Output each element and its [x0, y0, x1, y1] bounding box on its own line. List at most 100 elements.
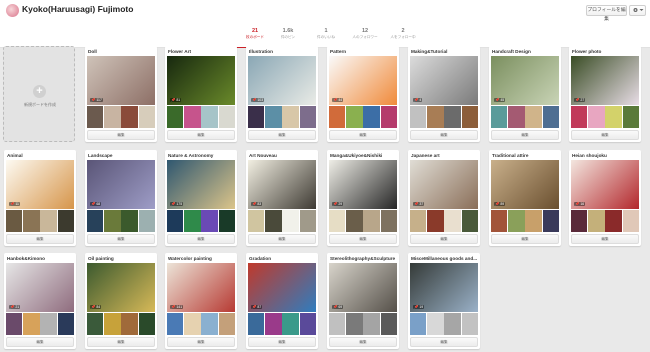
- board-thumbnail[interactable]: [6, 313, 23, 335]
- board-thumbnail[interactable]: [201, 313, 218, 335]
- board-thumbnail[interactable]: [104, 313, 121, 335]
- board-title[interactable]: Gradation: [249, 256, 315, 261]
- board-thumbnail[interactable]: [588, 106, 605, 128]
- board-cover-image[interactable]: 📌 84: [87, 263, 155, 312]
- edit-board-button[interactable]: 編集: [6, 234, 74, 244]
- board-cover-image[interactable]: 📌 4: [410, 56, 478, 105]
- edit-board-button[interactable]: 編集: [329, 337, 397, 347]
- board-thumbnail[interactable]: [427, 313, 444, 335]
- board-thumbnail[interactable]: [571, 106, 588, 128]
- board-title[interactable]: Illustration: [249, 49, 315, 54]
- board-title[interactable]: Pattern: [330, 49, 396, 54]
- board-title[interactable]: Traditional attire: [492, 153, 558, 158]
- board-thumbnail[interactable]: [248, 210, 265, 232]
- board-thumbnail[interactable]: [218, 210, 235, 232]
- board-cover-image[interactable]: 📌 21: [6, 263, 74, 312]
- board-title[interactable]: Animal: [7, 153, 73, 158]
- board-thumbnail[interactable]: [491, 106, 508, 128]
- board-thumbnail[interactable]: [121, 106, 138, 128]
- board-thumbnail[interactable]: [346, 210, 363, 232]
- board-thumbnail[interactable]: [380, 313, 397, 335]
- edit-board-button[interactable]: 編集: [87, 337, 155, 347]
- edit-board-button[interactable]: 編集: [410, 234, 478, 244]
- settings-button[interactable]: [629, 5, 646, 16]
- board-thumbnail[interactable]: [167, 210, 184, 232]
- board-cover-image[interactable]: 📌 69: [329, 263, 397, 312]
- board-card[interactable]: Making&Tutorial 📌 4 編集: [408, 46, 480, 142]
- board-thumbnail[interactable]: [380, 106, 397, 128]
- edit-board-button[interactable]: 編集: [491, 130, 559, 140]
- board-card[interactable]: Heian shoujoku 📌 16 編集: [569, 150, 641, 246]
- board-thumbnail[interactable]: [138, 106, 155, 128]
- board-thumbnail[interactable]: [265, 313, 282, 335]
- board-thumbnail[interactable]: [346, 106, 363, 128]
- board-title[interactable]: Landscape: [88, 153, 154, 158]
- board-card[interactable]: Pattern 📌 44 編集: [327, 46, 399, 142]
- board-thumbnail[interactable]: [282, 106, 299, 128]
- board-title[interactable]: Manga&Ukiyoe&Nishiki: [330, 153, 396, 158]
- board-cover-image[interactable]: 📌 175: [167, 160, 235, 209]
- board-cover-image[interactable]: 📌 87: [248, 263, 316, 312]
- board-cover-image[interactable]: 📌 44: [329, 56, 397, 105]
- board-thumbnail[interactable]: [104, 210, 121, 232]
- board-title[interactable]: Doll: [88, 49, 154, 54]
- board-thumbnail[interactable]: [427, 210, 444, 232]
- avatar[interactable]: [6, 4, 19, 17]
- edit-board-button[interactable]: 編集: [410, 337, 478, 347]
- board-thumbnail[interactable]: [6, 210, 23, 232]
- board-cover-image[interactable]: 📌 29: [329, 160, 397, 209]
- board-thumbnail[interactable]: [525, 106, 542, 128]
- create-board-button[interactable]: + 新規ボードを作成: [3, 46, 75, 142]
- board-thumbnail[interactable]: [622, 106, 639, 128]
- board-title[interactable]: Flower photo: [572, 49, 638, 54]
- board-thumbnail[interactable]: [248, 313, 265, 335]
- board-title[interactable]: Flower Art: [168, 49, 234, 54]
- board-thumbnail[interactable]: [444, 106, 461, 128]
- board-thumbnail[interactable]: [184, 106, 201, 128]
- board-thumbnail[interactable]: [104, 106, 121, 128]
- edit-board-button[interactable]: 編集: [248, 337, 316, 347]
- board-thumbnail[interactable]: [138, 313, 155, 335]
- edit-board-button[interactable]: 編集: [87, 130, 155, 140]
- board-thumbnail[interactable]: [346, 313, 363, 335]
- board-thumbnail[interactable]: [525, 210, 542, 232]
- edit-board-button[interactable]: 編集: [329, 130, 397, 140]
- edit-board-button[interactable]: 編集: [167, 130, 235, 140]
- board-card[interactable]: Japanese art 📌 37 編集: [408, 150, 480, 246]
- board-thumbnail[interactable]: [121, 313, 138, 335]
- board-cover-image[interactable]: 📌 117: [87, 56, 155, 105]
- board-thumbnail[interactable]: [299, 210, 316, 232]
- board-card[interactable]: Handcraft Design 📌 45 編集: [489, 46, 561, 142]
- board-thumbnail[interactable]: [588, 210, 605, 232]
- board-thumbnail[interactable]: [363, 210, 380, 232]
- board-thumbnail[interactable]: [444, 313, 461, 335]
- board-thumbnail[interactable]: [410, 106, 427, 128]
- board-thumbnail[interactable]: [461, 210, 478, 232]
- board-cover-image[interactable]: 📌 83: [248, 160, 316, 209]
- stat-pins[interactable]: 1.6k 件のピン: [268, 28, 308, 40]
- board-thumbnail[interactable]: [542, 210, 559, 232]
- board-title[interactable]: Japanese art: [411, 153, 477, 158]
- board-cover-image[interactable]: 📌 11: [6, 160, 74, 209]
- board-thumbnail[interactable]: [87, 106, 104, 128]
- board-thumbnail[interactable]: [508, 106, 525, 128]
- edit-board-button[interactable]: 編集: [248, 130, 316, 140]
- board-thumbnail[interactable]: [87, 313, 104, 335]
- edit-profile-button[interactable]: プロフィールを編集: [586, 5, 627, 22]
- board-card[interactable]: Manga&Ukiyoe&Nishiki 📌 29 編集: [327, 150, 399, 246]
- board-card[interactable]: Traditional attire 📌 89 編集: [489, 150, 561, 246]
- board-thumbnail[interactable]: [40, 210, 57, 232]
- board-thumbnail[interactable]: [491, 210, 508, 232]
- stat-followers[interactable]: 12 人のフォロワー: [345, 28, 385, 40]
- stat-following[interactable]: 2 人をフォロー中: [383, 28, 423, 40]
- board-card[interactable]: Doll 📌 117 編集: [85, 46, 157, 142]
- board-cover-image[interactable]: 📌 16: [571, 160, 639, 209]
- board-card[interactable]: Flower Art 📌 81 編集: [165, 46, 237, 142]
- board-thumbnail[interactable]: [299, 313, 316, 335]
- board-thumbnail[interactable]: [444, 210, 461, 232]
- board-thumbnail[interactable]: [40, 313, 57, 335]
- board-title[interactable]: Handcraft Design: [492, 49, 558, 54]
- board-card[interactable]: Illustration 📌 103 編集: [246, 46, 318, 142]
- board-card[interactable]: Gradation 📌 87 編集: [246, 253, 318, 349]
- board-cover-image[interactable]: 📌 81: [167, 56, 235, 105]
